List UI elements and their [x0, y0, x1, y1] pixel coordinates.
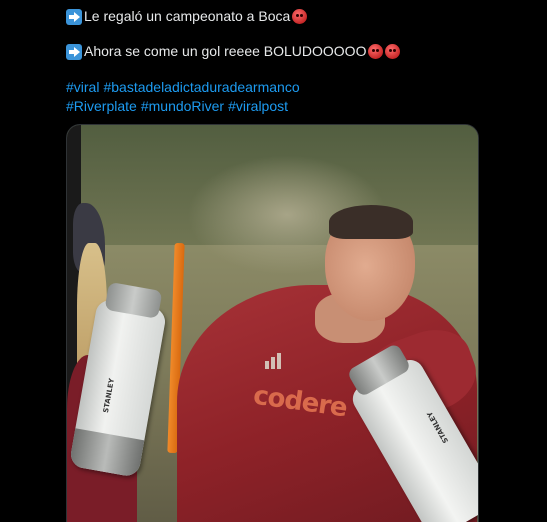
hashtag-row-1: #viral #bastadeladictaduradearmanco: [66, 78, 300, 97]
angry-face-emoji-icon: [368, 44, 384, 59]
tweet-line-2-text: Ahora se come un gol reeee BOLUDOOOOO: [84, 43, 367, 59]
tweet-line-1: Le regaló un campeonato a Boca: [66, 7, 308, 26]
thermos-cap: [104, 281, 163, 319]
adidas-logo-icon: [265, 353, 283, 369]
player-hair: [329, 205, 413, 239]
hashtags: #viral #bastadeladictaduradearmanco #Riv…: [66, 78, 300, 116]
hashtag-link[interactable]: #bastadeladictaduradearmanco: [103, 78, 299, 97]
hashtag-link[interactable]: #viral: [66, 78, 99, 97]
angry-face-emoji-icon: [292, 9, 308, 24]
hashtag-row-2: #Riverplate #mundoRiver #viralpost: [66, 97, 300, 116]
hashtag-link[interactable]: #viralpost: [228, 97, 288, 116]
angry-face-emoji-icon: [385, 44, 401, 59]
thermos-brand-label: STANLEY: [425, 410, 451, 445]
hashtag-link[interactable]: #Riverplate: [66, 97, 137, 116]
hashtag-link[interactable]: #mundoRiver: [141, 97, 224, 116]
arrow-right-emoji-icon: [66, 43, 82, 60]
arrow-right-emoji-icon: [66, 8, 82, 25]
thermos-brand-label: STANLEY: [102, 377, 116, 414]
tweet-line-1-text: Le regaló un campeonato a Boca: [84, 8, 291, 24]
tweet-media-photo[interactable]: codere STANLEY STANLEY: [66, 124, 479, 522]
tweet-line-2: Ahora se come un gol reeee BOLUDOOOOO: [66, 42, 401, 61]
